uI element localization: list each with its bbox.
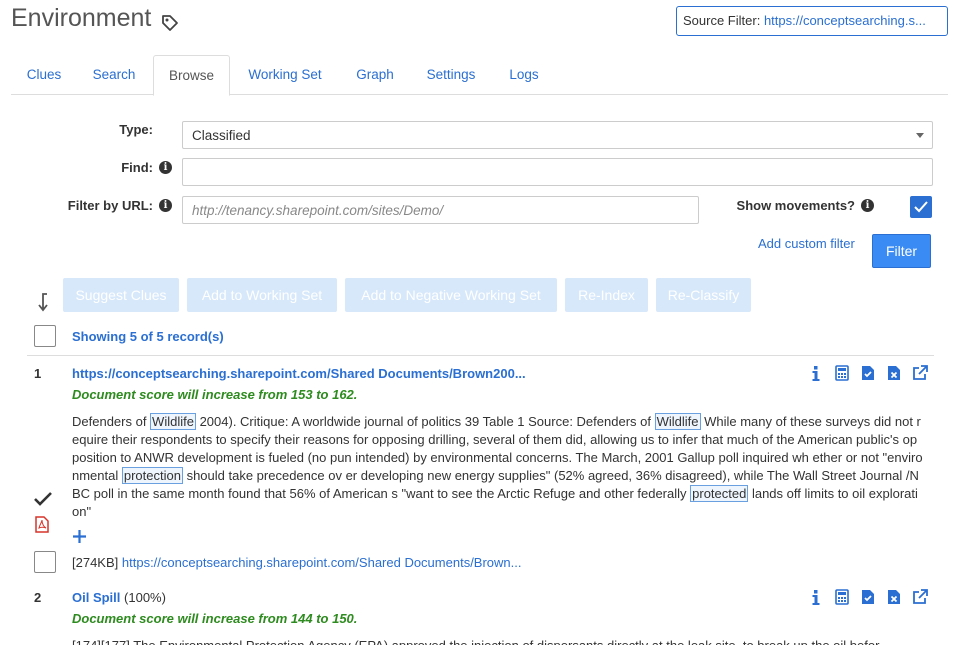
tab-search[interactable]: Search (81, 55, 147, 95)
external-link-icon[interactable] (912, 365, 928, 381)
tab-graph[interactable]: Graph (344, 55, 406, 95)
pdf-icon[interactable] (35, 516, 49, 536)
tab-browse[interactable]: Browse (153, 55, 230, 96)
record-title[interactable]: Oil Spill (72, 590, 120, 605)
type-select[interactable]: Classified (182, 121, 933, 149)
document-remove-icon[interactable] (886, 589, 902, 605)
record-text: Defenders of Wildlife 2004). Critique: A… (72, 413, 923, 519)
show-movements-checkbox[interactable] (910, 196, 932, 218)
re-classify-button[interactable]: Re-Classify (656, 278, 751, 312)
record-checkbox[interactable] (34, 551, 56, 573)
info-icon[interactable]: i (861, 199, 874, 212)
highlighted-term: Wildlife (150, 413, 196, 430)
add-to-working-set-button[interactable]: Add to Working Set (187, 278, 337, 312)
divider (27, 355, 934, 356)
highlighted-term: Wildlife (654, 413, 701, 430)
record-link[interactable]: Oil Spill (100%) (72, 590, 166, 605)
suggest-clues-button[interactable]: Suggest Clues (63, 278, 179, 312)
tab-clues[interactable]: Clues (11, 55, 77, 95)
record-number: 2 (34, 590, 42, 605)
source-filter-label: Source Filter: (683, 13, 761, 28)
document-check-icon[interactable] (860, 589, 876, 605)
check-mark-icon[interactable] (34, 492, 52, 509)
tab-working-set[interactable]: Working Set (238, 55, 332, 95)
select-all-checkbox[interactable] (34, 325, 56, 347)
calculator-icon[interactable] (834, 589, 850, 605)
showing-count: Showing 5 of 5 record(s) (72, 329, 224, 344)
chevron-down-icon (916, 133, 924, 138)
external-link-icon[interactable] (912, 589, 928, 605)
filter-url-placeholder: http://tenancy.sharepoint.com/sites/Demo… (192, 202, 444, 218)
check-icon (914, 201, 928, 213)
tab-settings[interactable]: Settings (416, 55, 486, 95)
tag-icon[interactable] (161, 10, 179, 31)
source-filter-value[interactable]: https://conceptsearching.s... (764, 13, 926, 28)
record-percent: (100%) (124, 590, 166, 605)
page-title: Environment (11, 4, 179, 33)
highlighted-term: protected (690, 485, 749, 502)
type-label: Type: (119, 122, 153, 137)
filter-url-input[interactable]: http://tenancy.sharepoint.com/sites/Demo… (182, 196, 699, 224)
record-score: Document score will increase from 153 to… (72, 387, 358, 402)
page-title-text: Environment (11, 4, 152, 32)
info-icon[interactable]: i (159, 199, 172, 212)
record-meta-link[interactable]: https://conceptsearching.sharepoint.com/… (122, 555, 522, 570)
record-link[interactable]: https://conceptsearching.sharepoint.com/… (72, 366, 526, 381)
source-filter-box[interactable]: Source Filter: https://conceptsearching.… (676, 6, 948, 36)
record-number: 1 (34, 366, 42, 381)
calculator-icon[interactable] (834, 365, 850, 381)
document-remove-icon[interactable] (886, 365, 902, 381)
info-icon[interactable] (808, 365, 824, 381)
add-custom-filter-link[interactable]: Add custom filter (758, 236, 855, 251)
tab-bar: Clues Search Browse Working Set Graph Se… (11, 55, 948, 96)
sort-arrow-icon[interactable] (38, 292, 52, 315)
type-select-value: Classified (192, 127, 251, 143)
record-size: [274KB] (72, 555, 119, 570)
record-actions (808, 365, 928, 381)
info-icon[interactable] (808, 589, 824, 605)
filter-url-label: Filter by URL: (67, 198, 153, 213)
document-check-icon[interactable] (860, 365, 876, 381)
info-icon[interactable]: i (159, 161, 172, 174)
plus-icon[interactable] (72, 529, 87, 547)
record-actions (808, 589, 928, 605)
show-movements-label: Show movements? (736, 198, 855, 213)
find-label: Find: (121, 160, 153, 175)
tab-logs[interactable]: Logs (499, 55, 549, 95)
record-score: Document score will increase from 144 to… (72, 611, 358, 626)
record-text: [174][177] The Environmental Protection … (72, 637, 924, 645)
highlighted-term: protection (121, 467, 183, 484)
record-meta: [274KB] https://conceptsearching.sharepo… (72, 555, 522, 570)
re-index-button[interactable]: Re-Index (565, 278, 648, 312)
find-input[interactable] (182, 158, 933, 186)
filter-button[interactable]: Filter (872, 234, 931, 268)
add-to-negative-working-set-button[interactable]: Add to Negative Working Set (345, 278, 557, 312)
